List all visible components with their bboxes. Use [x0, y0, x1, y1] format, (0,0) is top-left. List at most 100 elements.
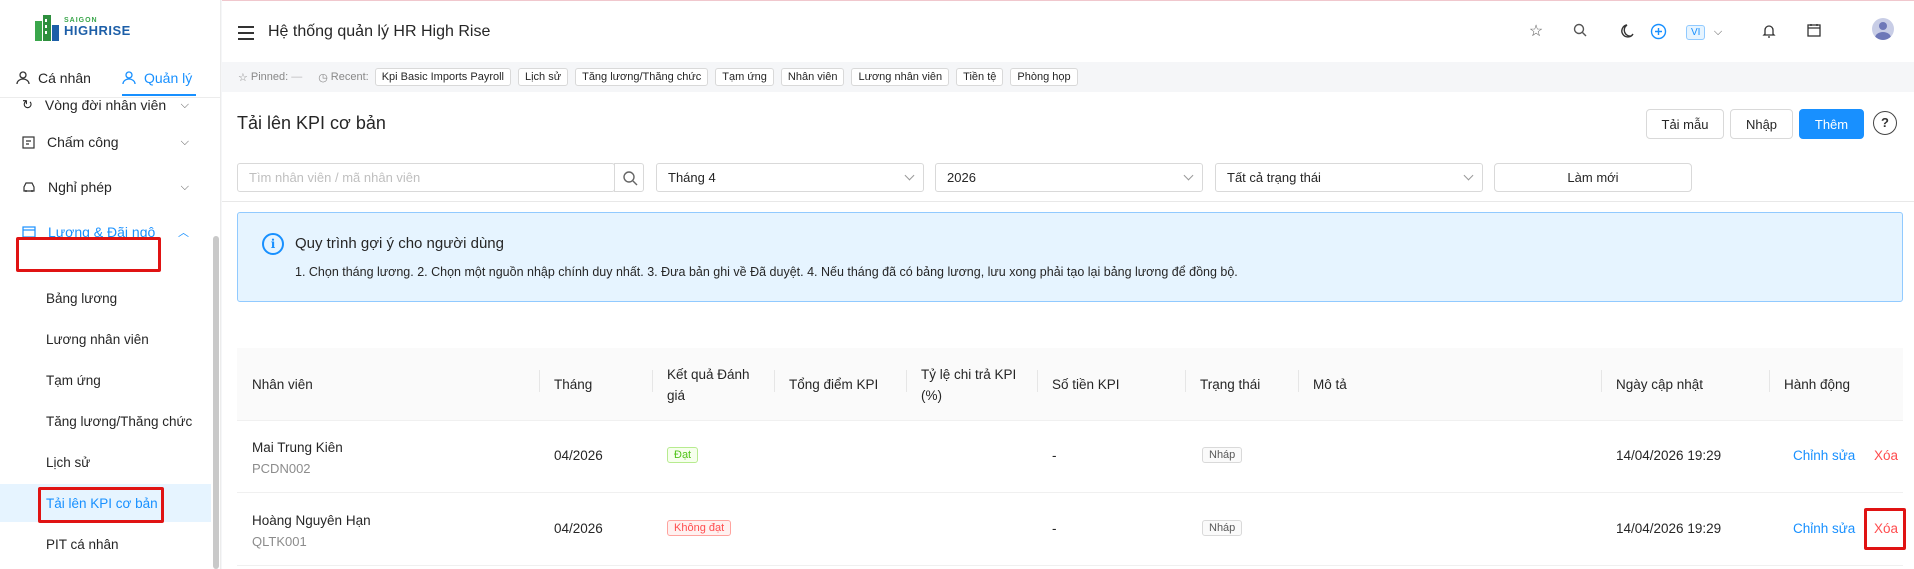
- column-header: Tháng: [554, 377, 593, 392]
- brand-big-text: HIGHRISE: [64, 23, 131, 38]
- month-cell: 04/2026: [554, 521, 603, 536]
- sidebar: SAIGON HIGHRISE Cá nhân Quản lý ↻ Vòng đ…: [0, 0, 221, 569]
- edit-link[interactable]: Chỉnh sửa: [1793, 448, 1855, 463]
- user-icon: [16, 71, 30, 85]
- year-select-value: 2026: [947, 170, 976, 185]
- column-divider: [1769, 370, 1770, 392]
- tab-manage[interactable]: Quản lý: [122, 62, 197, 96]
- search-button[interactable]: [614, 163, 644, 192]
- result-badge: Đạt: [667, 447, 699, 463]
- recent-chip[interactable]: Lịch sử: [517, 68, 569, 86]
- pinned-label: ☆ Pinned: —: [238, 71, 302, 84]
- calendar-check-icon: [22, 135, 35, 149]
- column-header: Ngày cập nhật: [1616, 377, 1704, 392]
- sidebar-item-employee-lifecycle[interactable]: ↻ Vòng đời nhân viên ⌵: [0, 92, 211, 118]
- sidebar-subitem-advance[interactable]: Tạm ứng: [0, 361, 211, 399]
- delete-link[interactable]: Xóa: [1874, 448, 1898, 463]
- sidebar-subitem-label: PIT cá nhân: [46, 536, 119, 552]
- import-button[interactable]: Nhập: [1730, 109, 1793, 139]
- sidebar-subitem-pit[interactable]: PIT cá nhân: [0, 525, 211, 563]
- column-divider: [1601, 370, 1602, 392]
- refresh-button[interactable]: Làm mới: [1494, 163, 1692, 192]
- updated-cell: 14/04/2026 19:29: [1616, 521, 1722, 536]
- sidebar-subitem-payroll-table[interactable]: Bảng lương: [0, 279, 211, 317]
- table-header: Nhân viên Tháng Kết quả Đánh giá Tổng đi…: [237, 348, 1903, 421]
- column-header: Tỷ lệ chi trả KPI (%): [921, 366, 1017, 403]
- year-select[interactable]: 2026: [935, 163, 1203, 192]
- sidebar-scrollbar[interactable]: [213, 236, 219, 569]
- sidebar-subitem-label: Tạm ứng: [46, 372, 101, 388]
- edit-link[interactable]: Chỉnh sửa: [1793, 521, 1855, 536]
- history-icon: ◷: [318, 71, 328, 84]
- highlight-box: [38, 487, 164, 523]
- chevron-down-icon: ⌵: [180, 135, 189, 148]
- pinned-label-text: Pinned:: [250, 71, 289, 83]
- month-select[interactable]: Tháng 4: [656, 163, 924, 192]
- column-header: Trạng thái: [1200, 377, 1261, 392]
- sidebar-subitem-history[interactable]: Lịch sử: [0, 443, 211, 481]
- column-header: Mô tả: [1313, 377, 1347, 392]
- updated-cell: 14/04/2026 19:29: [1616, 448, 1722, 463]
- info-title: Quy trình gợi ý cho người dùng: [295, 235, 504, 252]
- top-bar: Hệ thống quản lý HR High Rise ☆ VI ⌵: [222, 0, 1914, 62]
- calendar-icon[interactable]: [1805, 23, 1823, 41]
- mode-tabs: Cá nhân Quản lý: [0, 62, 221, 96]
- month-cell: 04/2026: [554, 448, 603, 463]
- logo-mark-icon: [34, 13, 60, 41]
- sidebar-item-label: Chấm công: [47, 134, 119, 150]
- star-icon[interactable]: ☆: [1527, 23, 1545, 41]
- divider: [222, 201, 1914, 202]
- table-row: Hoàng Nguyên Hạn QLTK001 04/2026 Không đ…: [237, 494, 1903, 566]
- tab-personal[interactable]: Cá nhân: [16, 62, 91, 94]
- employee-name: Hoàng Nguyên Hạn: [252, 513, 371, 528]
- recent-chip[interactable]: Nhân viên: [780, 68, 845, 86]
- column-header: Số tiền KPI: [1052, 377, 1120, 392]
- language-selector[interactable]: VI: [1686, 25, 1706, 40]
- sidebar-subitem-employee-salary[interactable]: Lương nhân viên: [0, 320, 211, 358]
- sidebar-subitem-label: Bảng lương: [46, 290, 118, 306]
- sidebar-subitem-raise-promotion[interactable]: Tăng lương/Thăng chức: [0, 402, 211, 440]
- search-icon[interactable]: [1571, 23, 1589, 41]
- menu-icon[interactable]: [238, 26, 254, 40]
- status-select[interactable]: Tất cả trạng thái: [1215, 163, 1483, 192]
- help-icon[interactable]: ?: [1873, 111, 1897, 135]
- bell-icon[interactable]: [1760, 23, 1778, 41]
- chevron-down-icon[interactable]: ⌵: [1709, 23, 1727, 41]
- avatar[interactable]: [1872, 18, 1894, 40]
- search-input[interactable]: Tìm nhân viên / mã nhân viên: [237, 163, 615, 192]
- info-icon: i: [262, 233, 284, 255]
- sidebar-item-leave[interactable]: Nghỉ phép ⌵: [0, 167, 211, 207]
- recent-bar: ☆ Pinned: — ◷ Recent: Kpi Basic Imports …: [222, 62, 1914, 92]
- star-icon: ☆: [238, 71, 248, 84]
- download-template-button[interactable]: Tải mẫu: [1646, 109, 1724, 139]
- car-icon: [23, 182, 35, 192]
- tab-manage-label: Quản lý: [144, 70, 193, 86]
- sidebar-item-attendance[interactable]: Chấm công ⌵: [0, 122, 211, 162]
- recent-chip[interactable]: Phòng họp: [1010, 68, 1078, 86]
- recent-chip[interactable]: Tăng lương/Thăng chức: [575, 68, 709, 86]
- column-divider: [774, 370, 775, 392]
- employee-code: QLTK001: [252, 534, 307, 549]
- chevron-down-icon: [1463, 170, 1474, 181]
- recent-chip[interactable]: Lương nhân viên: [851, 68, 950, 86]
- brand-logo[interactable]: SAIGON HIGHRISE: [34, 12, 131, 42]
- status-select-value: Tất cả trạng thái: [1227, 170, 1321, 185]
- page-title: Tải lên KPI cơ bản: [237, 113, 386, 133]
- employee-name: Mai Trung Kiên: [252, 440, 343, 455]
- add-circle-icon[interactable]: [1649, 23, 1667, 41]
- column-divider: [1037, 370, 1038, 392]
- employee-code: PCDN002: [252, 461, 311, 476]
- chevron-down-icon: [904, 170, 915, 181]
- column-divider: [906, 370, 907, 392]
- column-divider: [539, 370, 540, 392]
- add-button[interactable]: Thêm: [1799, 109, 1864, 139]
- recent-chip[interactable]: Tiền tệ: [956, 68, 1004, 86]
- moon-icon[interactable]: [1619, 23, 1637, 41]
- recent-chip[interactable]: Kpi Basic Imports Payroll: [374, 68, 511, 86]
- column-divider: [1185, 370, 1186, 392]
- table-row: Mai Trung Kiên PCDN002 04/2026 Đạt - Nhá…: [237, 421, 1903, 493]
- recent-chip[interactable]: Tạm ứng: [715, 68, 774, 86]
- lifecycle-icon: ↻: [22, 97, 33, 112]
- sidebar-subitem-label: Tăng lương/Thăng chức: [46, 413, 193, 429]
- tab-personal-label: Cá nhân: [38, 70, 91, 86]
